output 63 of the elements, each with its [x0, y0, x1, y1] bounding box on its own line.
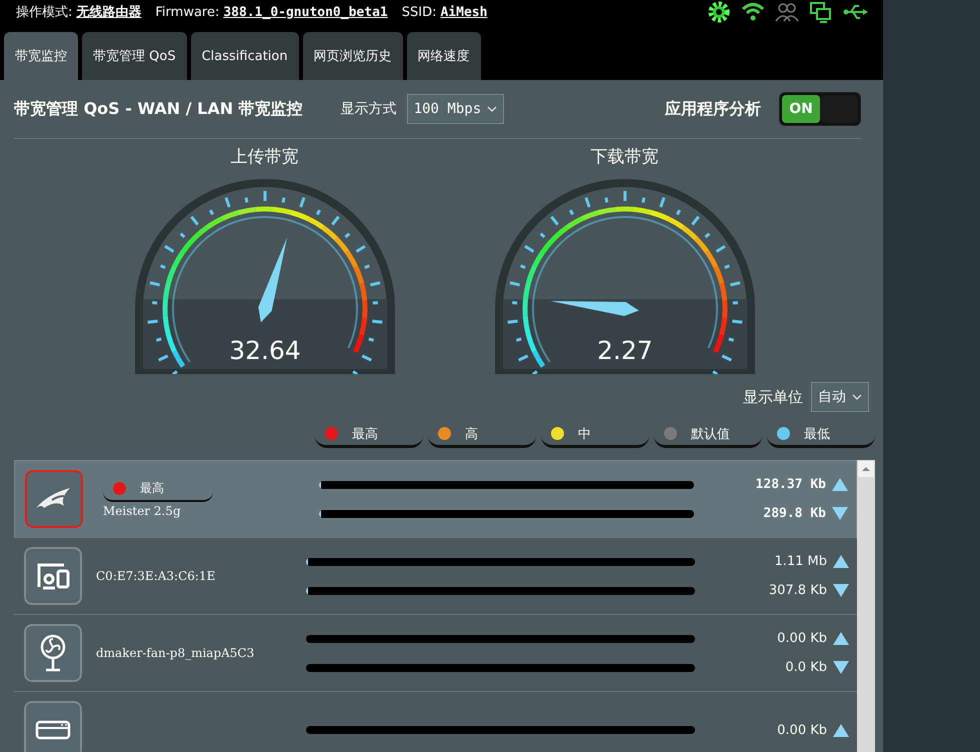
up-triangle-icon [833, 724, 849, 736]
device-name: dmaker-fan-p8_miapA5C3 [96, 646, 256, 660]
settings-icon[interactable] [707, 0, 731, 24]
gauge-value: 32.64 [228, 336, 300, 365]
usb-icon[interactable] [843, 2, 869, 22]
device-row[interactable]: dmaker-fan-p8_miapA5C3 0.00 Kb 0.0 Kb [14, 615, 857, 692]
device-name: Meister 2.5g [103, 504, 182, 518]
device-row[interactable]: C0:E7:3E:A3:C6:1E 1.11 Mb 307.8 Kb [14, 538, 857, 615]
firmware-link[interactable]: 388.1_0-gnuton0_beta1 [223, 5, 388, 20]
priority-label: 最高 [140, 480, 164, 497]
up-triangle-icon [833, 555, 849, 568]
mode-link[interactable]: 无线路由器 [76, 3, 142, 21]
priority-label: 默认值 [691, 426, 730, 442]
traffic-reading: 0.00 Kb [776, 722, 827, 738]
monitors-icon[interactable] [809, 1, 833, 23]
unit-label: 显示单位 [743, 388, 803, 406]
down-triangle-icon [832, 507, 848, 520]
priority-tab[interactable]: 中 [541, 422, 649, 448]
tab[interactable]: 网络速度 [406, 32, 481, 80]
up-triangle-icon [833, 632, 849, 645]
display-mode-label: 显示方式 [340, 100, 397, 118]
page-title: 带宽管理 QoS - WAN / LAN 带宽监控 [14, 98, 303, 120]
tab[interactable]: 带宽监控 [4, 32, 78, 80]
traffic-reading: 289.8 Kb [762, 506, 826, 521]
display-mode-dropdown[interactable]: 100 Mbps [406, 94, 504, 124]
tab[interactable]: 带宽管理 QoS [82, 32, 187, 80]
down-triangle-icon [833, 661, 849, 674]
chevron-icon [487, 106, 498, 112]
priority-label: 最高 [352, 426, 378, 442]
wifi-icon[interactable] [741, 1, 765, 23]
tab[interactable]: 网页浏览历史 [302, 32, 403, 80]
ssid-link[interactable]: AiMesh [440, 5, 488, 20]
gauge-value: 2.27 [596, 336, 652, 365]
scroll-up-icon[interactable] [858, 461, 874, 477]
device-name: C0:E7:3E:A3:C6:1E [96, 569, 216, 583]
ssid-label: SSID: [402, 5, 436, 20]
priority-tab[interactable]: 默认值 [654, 422, 762, 448]
traffic-reading: 128.37 Kb [754, 477, 826, 492]
server-icon [35, 720, 71, 740]
unit-dropdown[interactable]: 自动 [811, 382, 869, 412]
tab[interactable]: Classification [190, 32, 299, 80]
traffic-reading: 0.0 Kb [784, 660, 827, 675]
traffic-reading: 0.00 Kb [776, 631, 827, 646]
priority-label: 中 [578, 426, 591, 442]
priority-label: 高 [465, 426, 478, 442]
priority-tab[interactable]: 最低 [767, 422, 875, 448]
gauge-title: 下载带宽 [590, 146, 658, 168]
down-triangle-icon [833, 584, 849, 597]
app-analysis-label: 应用程序分析 [665, 98, 761, 120]
mode-label: 操作模式: [16, 4, 72, 21]
traffic-reading: 307.8 Kb [768, 583, 827, 598]
chevron-icon [852, 394, 862, 400]
firmware-label: Firmware: [155, 5, 220, 20]
priority-tab[interactable]: 高 [428, 422, 536, 448]
priority-label: 最低 [804, 426, 830, 442]
device-row[interactable]: 0.00 Kb [14, 692, 857, 752]
traffic-reading: 1.11 Mb [773, 554, 827, 569]
up-triangle-icon [832, 478, 848, 491]
priority-tab[interactable]: 最高 [315, 422, 423, 448]
gauge-title: 上传带宽 [230, 146, 298, 168]
users-icon[interactable] [775, 1, 799, 23]
scrollbar[interactable] [857, 460, 875, 752]
device-row[interactable]: 最高 Meister 2.5g 128.37 Kb 289.8 Kb [14, 460, 857, 538]
